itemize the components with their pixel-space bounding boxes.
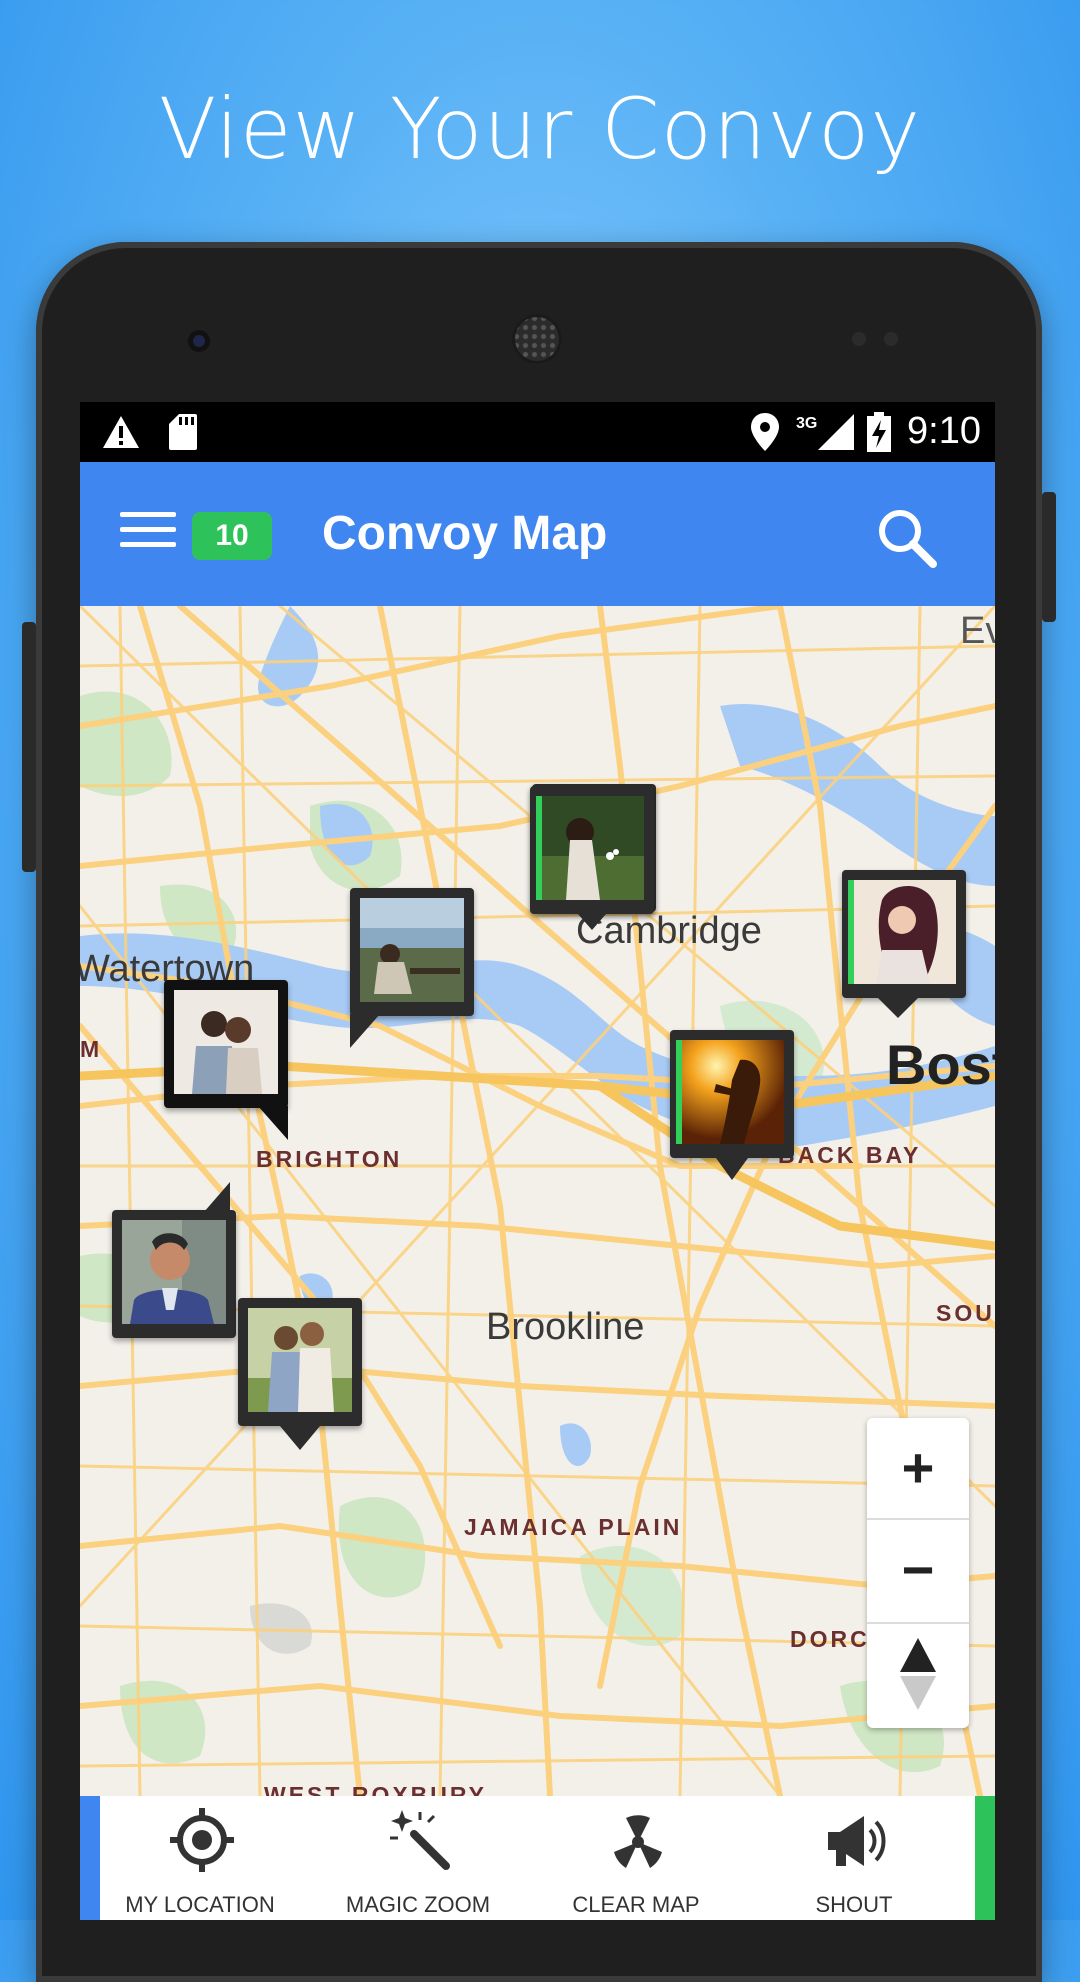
search-icon[interactable] xyxy=(875,506,939,570)
member-photo xyxy=(360,898,464,1002)
pin-pointer xyxy=(878,998,918,1018)
member-photo xyxy=(248,1308,352,1412)
sd-card-icon xyxy=(168,412,198,452)
status-bar: 3G 9:10 xyxy=(80,402,995,462)
place-label-brighton: BRIGHTON xyxy=(256,1146,403,1172)
my-location-label: MY LOCATION xyxy=(125,1892,275,1917)
convoy-count-badge: 10 xyxy=(192,512,272,560)
magic-zoom-label: MAGIC ZOOM xyxy=(345,1892,491,1917)
magic-zoom-button[interactable]: MAGIC ZOOM xyxy=(318,1796,518,1920)
phone-sensor xyxy=(884,332,898,346)
phone-screen: 3G 9:10 10 Convoy Map Watertown Cambridg… xyxy=(80,402,995,1920)
online-status-indicator xyxy=(848,880,854,984)
member-photo xyxy=(122,1220,226,1324)
member-photo xyxy=(852,880,956,984)
pin-pointer xyxy=(204,1182,230,1212)
place-label-everett: Ev xyxy=(960,610,995,652)
convoy-member-pin[interactable] xyxy=(530,786,654,936)
megaphone-icon xyxy=(828,1816,886,1866)
place-label-jamaica-plain: JAMAICA PLAIN xyxy=(464,1514,683,1540)
bottom-action-bar: MY LOCATION MAGIC ZOOM CLEAR MAP SHOUT xyxy=(80,1796,995,1920)
zoom-in-label: + xyxy=(901,1436,935,1499)
app-bar: 10 Convoy Map xyxy=(80,462,995,606)
place-label-south: SOU xyxy=(936,1300,995,1326)
network-type-label: 3G xyxy=(796,415,817,432)
page-title: Convoy Map xyxy=(322,507,608,560)
zoom-out-button[interactable]: − xyxy=(867,1520,969,1620)
pin-pointer xyxy=(716,1158,748,1180)
magic-wand-icon xyxy=(390,1810,450,1870)
radiation-icon xyxy=(614,1815,662,1868)
zoom-out-label: − xyxy=(901,1538,935,1601)
pin-pointer xyxy=(350,1014,380,1048)
online-status-indicator xyxy=(536,796,542,900)
accent-bar-left xyxy=(80,1796,100,1920)
headline: View Your Convoy xyxy=(158,80,922,178)
zoom-in-button[interactable]: + xyxy=(867,1418,969,1518)
warning-icon xyxy=(100,412,142,452)
phone-power-button xyxy=(1042,492,1056,622)
compass-icon[interactable] xyxy=(867,1624,969,1724)
pin-pointer xyxy=(578,914,606,930)
clock: 9:10 xyxy=(907,410,981,452)
crosshair-icon xyxy=(170,1808,234,1872)
accent-bar-right xyxy=(975,1796,995,1920)
member-photo xyxy=(540,796,644,900)
convoy-member-pin[interactable] xyxy=(238,1298,362,1468)
phone-side-button xyxy=(22,622,36,872)
place-label-edge-m: M xyxy=(80,1036,103,1062)
battery-charging-icon xyxy=(864,412,894,452)
convoy-member-pin[interactable] xyxy=(670,1030,794,1190)
shout-label: SHOUT xyxy=(815,1892,893,1917)
signal-icon: 3G xyxy=(796,412,856,452)
location-pin-icon xyxy=(750,412,780,452)
shout-button[interactable]: SHOUT xyxy=(754,1796,954,1920)
pin-pointer xyxy=(258,1106,288,1140)
clear-map-button[interactable]: CLEAR MAP xyxy=(536,1796,736,1920)
place-label-brookline: Brookline xyxy=(486,1306,645,1348)
online-status-indicator xyxy=(676,1040,682,1144)
member-photo xyxy=(680,1040,784,1144)
phone-sensor xyxy=(852,332,866,346)
place-label-west-roxbury: WEST ROXBURY xyxy=(264,1782,487,1796)
map-view[interactable]: Watertown Cambridge BRIGHTON BACK BAY Bo… xyxy=(80,606,995,1796)
convoy-member-pin[interactable] xyxy=(112,1182,236,1370)
phone-speaker xyxy=(512,314,562,364)
member-photo xyxy=(174,990,278,1094)
zoom-controls: + − xyxy=(867,1418,969,1728)
member-photo xyxy=(992,794,995,898)
place-label-boston: Bost xyxy=(886,1033,995,1096)
phone-camera xyxy=(188,330,210,352)
pin-pointer xyxy=(280,1426,320,1450)
place-label-back-bay: BACK BAY xyxy=(778,1142,922,1168)
my-location-button[interactable]: MY LOCATION xyxy=(100,1796,300,1920)
convoy-member-pin[interactable] xyxy=(164,980,288,1140)
convoy-member-pin[interactable] xyxy=(350,888,474,1048)
convoy-member-pin[interactable] xyxy=(842,870,966,1030)
hamburger-menu-icon[interactable] xyxy=(120,512,176,554)
clear-map-label: CLEAR MAP xyxy=(572,1892,700,1917)
